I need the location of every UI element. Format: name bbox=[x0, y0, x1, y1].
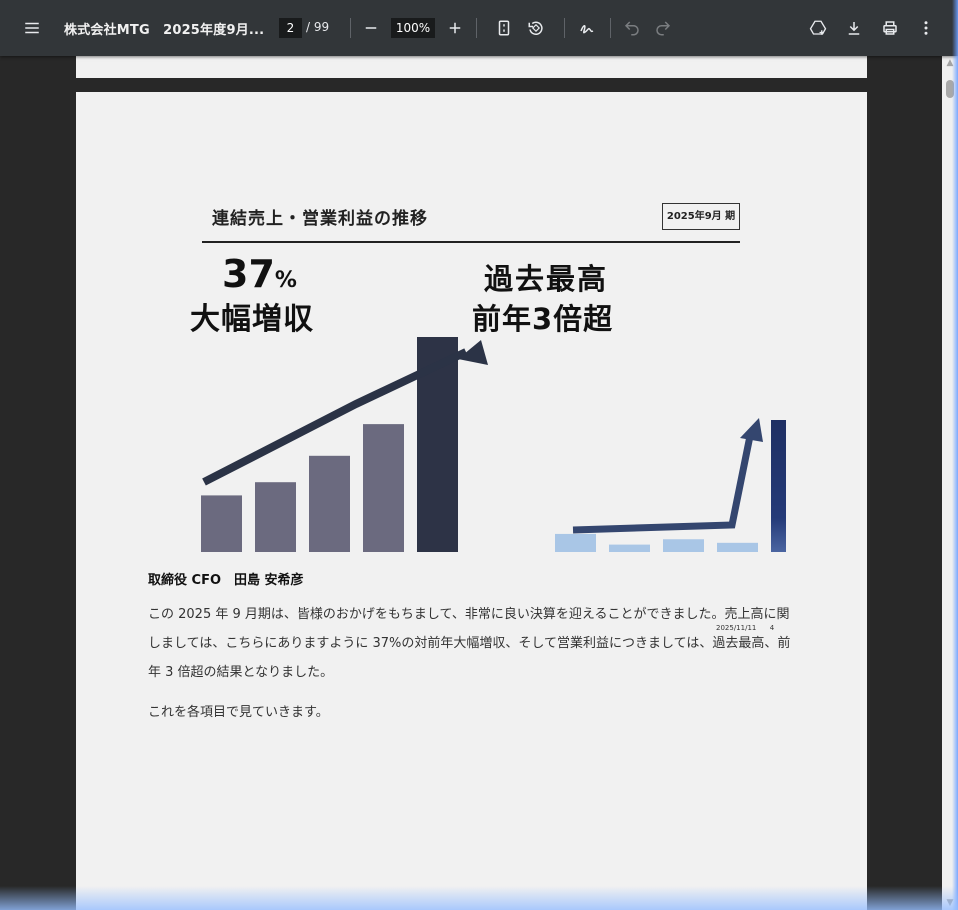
slide-image: 2021年9月期2022年9月期2023年9月期2024年9月期2025年9月期… bbox=[166, 192, 786, 632]
separator bbox=[610, 18, 611, 38]
body-paragraph: これを各項目で見ていきます。 bbox=[148, 705, 329, 720]
growth-percent: % bbox=[274, 268, 297, 293]
redo-icon[interactable] bbox=[649, 14, 677, 42]
period-badge: 2025年9月 期 bbox=[662, 203, 740, 230]
body-paragraph: この 2025 年 9 月期は、皆様のおかげをもちまして、非常に良い決算を迎える… bbox=[148, 607, 791, 680]
bar bbox=[609, 544, 650, 552]
triple-label: 前年3倍超 bbox=[472, 302, 614, 336]
slide-rule bbox=[202, 241, 740, 243]
growth-rate: 37% bbox=[222, 252, 297, 296]
window-edge bbox=[952, 0, 958, 910]
separator bbox=[564, 18, 565, 38]
bar bbox=[363, 424, 404, 552]
document-title: 株式会社MTG 2025年度9月... bbox=[64, 23, 265, 38]
previous-page bbox=[76, 56, 867, 78]
rotate-icon[interactable] bbox=[522, 14, 550, 42]
bar bbox=[555, 533, 596, 552]
slide-title: 連結売上・営業利益の推移 bbox=[212, 209, 428, 229]
speaker-name: 取締役 CFO 田島 安希彦 bbox=[148, 573, 304, 588]
bar bbox=[717, 542, 758, 552]
bar bbox=[771, 420, 786, 552]
trend-arrow bbox=[572, 435, 754, 534]
more-options-icon[interactable] bbox=[912, 14, 940, 42]
zoom-out-icon[interactable] bbox=[357, 14, 385, 42]
pdf-toolbar: 株式会社MTG 2025年度9月... 2 / 99 100% bbox=[0, 0, 958, 56]
page-total: / 99 bbox=[306, 20, 330, 34]
record-high-label: 過去最高 bbox=[484, 262, 609, 296]
menu-icon[interactable] bbox=[18, 14, 46, 42]
save-to-drive-icon[interactable] bbox=[804, 14, 832, 42]
window-edge bbox=[0, 886, 958, 910]
bar bbox=[201, 495, 242, 552]
page-number-input[interactable]: 2 bbox=[279, 18, 302, 38]
print-icon[interactable] bbox=[876, 14, 904, 42]
growth-label: 大幅増収 bbox=[190, 302, 314, 337]
download-icon[interactable] bbox=[840, 14, 868, 42]
bar bbox=[255, 482, 296, 552]
pdf-page: 2021年9月期2022年9月期2023年9月期2024年9月期2025年9月期… bbox=[76, 92, 867, 910]
separator bbox=[350, 18, 351, 38]
zoom-level-input[interactable]: 100% bbox=[391, 18, 435, 38]
bar bbox=[309, 455, 350, 552]
sales-profit-chart: 2021年9月期2022年9月期2023年9月期2024年9月期2025年9月期… bbox=[201, 337, 786, 552]
bar bbox=[663, 539, 704, 552]
trend-arrowhead bbox=[740, 418, 763, 442]
growth-number: 37 bbox=[222, 252, 275, 296]
fit-page-icon[interactable] bbox=[490, 14, 518, 42]
undo-icon[interactable] bbox=[618, 14, 646, 42]
annotate-icon[interactable] bbox=[573, 14, 601, 42]
zoom-in-icon[interactable] bbox=[441, 14, 469, 42]
separator bbox=[476, 18, 477, 38]
